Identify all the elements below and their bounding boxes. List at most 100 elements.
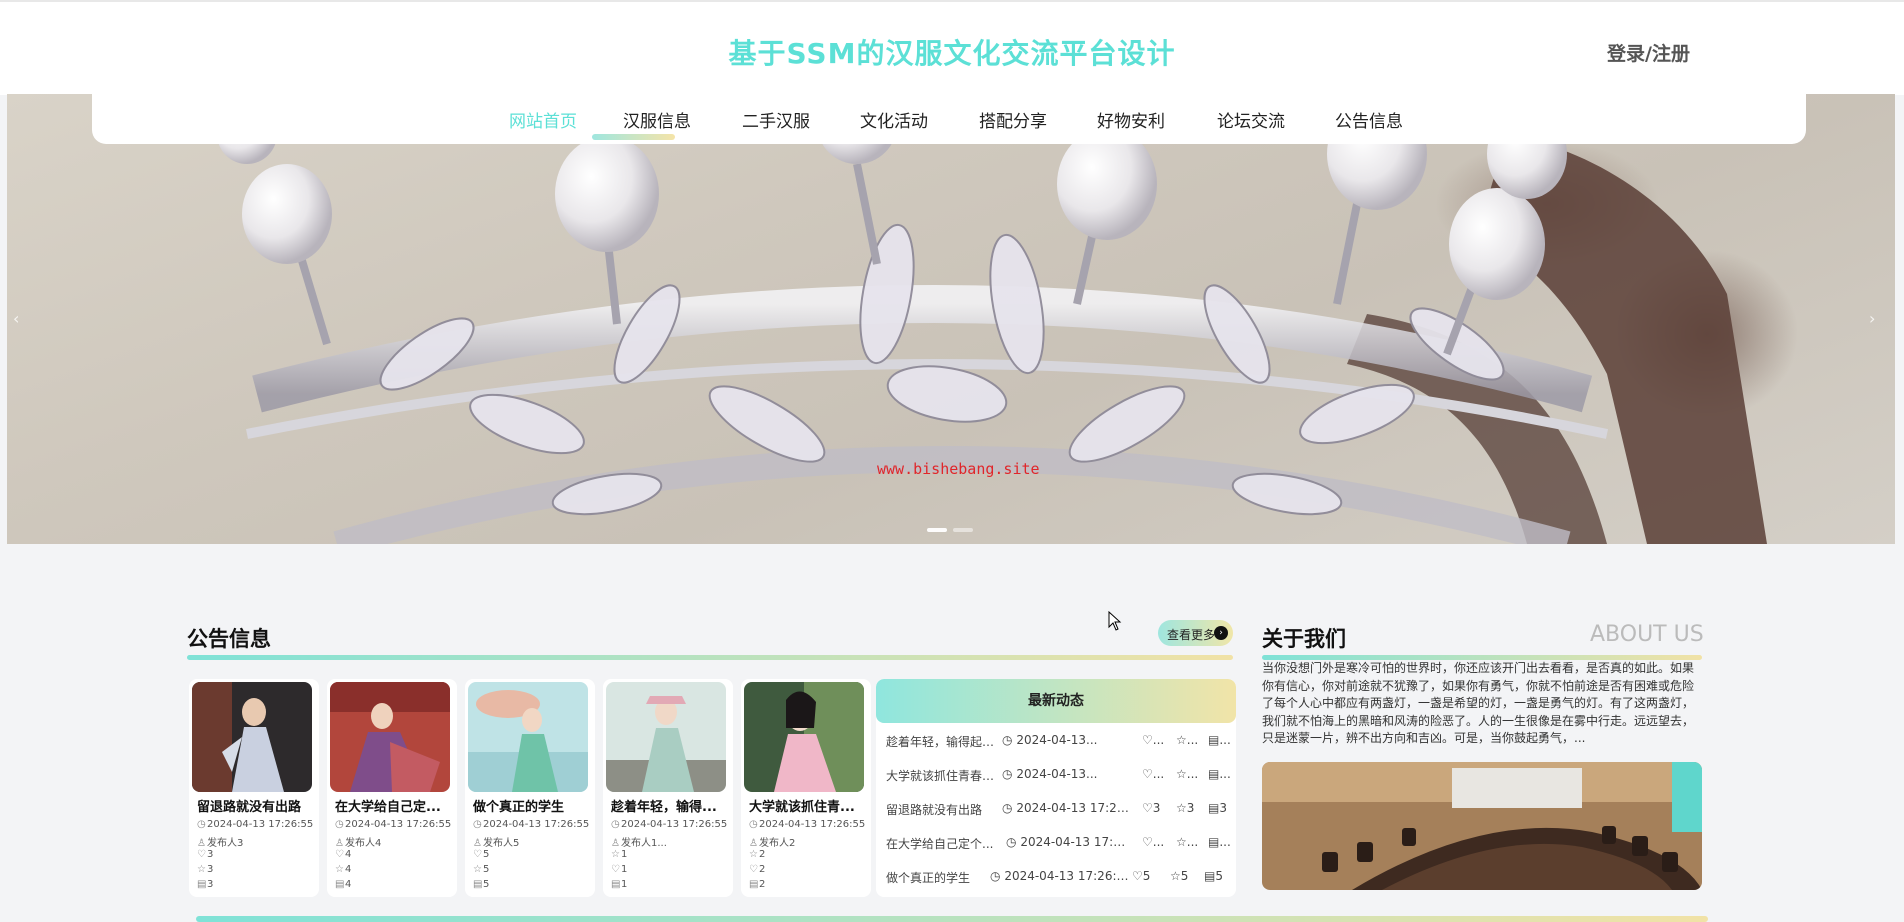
news-row-favorite: ... bbox=[1186, 767, 1199, 781]
like-icon: ♡ bbox=[1142, 767, 1153, 781]
news-row-favorite: ... bbox=[1186, 835, 1199, 849]
star-icon: ☆ bbox=[197, 864, 206, 875]
carousel-next-arrow-icon[interactable]: › bbox=[1869, 309, 1875, 328]
clock-icon: ◷ bbox=[990, 869, 1001, 883]
like-icon: ♡ bbox=[335, 849, 344, 860]
user-icon: ♙ bbox=[197, 838, 206, 849]
card-like-count: 1 bbox=[621, 849, 628, 860]
news-row[interactable]: 大学就该抓住青春，用... ◷ 2024-04-13... ♡... ☆... … bbox=[886, 767, 1236, 787]
news-row-time: 2024-04-13 17:26:55 bbox=[1016, 801, 1132, 815]
clock-icon: ◷ bbox=[1006, 835, 1017, 849]
card-author: 发布人4 bbox=[345, 838, 382, 849]
news-row-title: 留退路就没有出路 bbox=[886, 803, 983, 817]
notice-card[interactable]: 在大学给自己定... ◷2024-04-13 17:26:55 ♙发布人4 ♡4… bbox=[327, 679, 457, 897]
notice-card-image bbox=[606, 682, 726, 792]
notice-card-title: 在大学给自己定... bbox=[335, 800, 441, 815]
like-icon: ♡ bbox=[611, 864, 620, 875]
login-register-link[interactable]: 登录/注册 bbox=[1607, 39, 1690, 66]
card-time: 2024-04-13 17:26:55 bbox=[483, 819, 590, 830]
nav-item-hanfu-info[interactable]: 汉服信息 bbox=[623, 107, 691, 132]
star-icon: ☆ bbox=[473, 864, 482, 875]
view-icon: ▤ bbox=[335, 879, 345, 890]
clock-icon: ◷ bbox=[1002, 733, 1013, 747]
view-icon: ▤ bbox=[1208, 733, 1220, 747]
view-icon: ▤ bbox=[611, 879, 621, 890]
clock-icon: ◷ bbox=[1002, 767, 1013, 781]
news-row[interactable]: 在大学给自己定个... ◷ 2024-04-13 17:2... ♡... ☆.… bbox=[886, 835, 1236, 855]
news-row-like: ... bbox=[1152, 733, 1165, 747]
card-author: 发布人5 bbox=[483, 838, 520, 849]
notice-card-image bbox=[192, 682, 312, 792]
news-row[interactable]: 做个真正的学生 ◷ 2024-04-13 17:26:55 ♡5 ☆5 ▤5 bbox=[886, 869, 1236, 889]
card-favorite-count: 1 bbox=[621, 864, 628, 875]
star-icon: ☆ bbox=[749, 849, 758, 860]
about-description: 当你没想门外是寒冷可怕的世界时，你还应该开门出去看看，是否真的如此。如果你有信心… bbox=[1262, 661, 1695, 745]
nav-item-notice[interactable]: 公告信息 bbox=[1335, 107, 1403, 132]
star-icon: ☆ bbox=[1176, 733, 1187, 747]
carousel-dot[interactable] bbox=[953, 528, 973, 532]
notice-section-title: 公告信息 bbox=[187, 627, 271, 651]
star-icon: ☆ bbox=[1176, 835, 1187, 849]
card-author: 发布人2 bbox=[759, 838, 796, 849]
clock-icon: ◷ bbox=[197, 819, 206, 830]
clock-icon: ◷ bbox=[749, 819, 758, 830]
notice-card[interactable]: 趁着年轻，输得... ◷2024-04-13 17:26:55 ♙发布人1...… bbox=[603, 679, 733, 897]
star-icon: ☆ bbox=[1176, 801, 1187, 815]
user-icon: ♙ bbox=[611, 838, 620, 849]
news-row-view: ... bbox=[1219, 767, 1231, 781]
card-view-count: 1 bbox=[621, 879, 628, 890]
view-icon: ▤ bbox=[197, 879, 207, 890]
news-row[interactable]: 留退路就没有出路 ◷ 2024-04-13 17:26:55 ♡3 ☆3 ▤3 bbox=[886, 801, 1236, 821]
news-row-like: 5 bbox=[1142, 869, 1151, 883]
star-icon: ☆ bbox=[335, 864, 344, 875]
carousel-dot[interactable] bbox=[927, 528, 947, 532]
notice-card-title: 大学就该抓住青... bbox=[749, 800, 855, 815]
nav-item-second-hand[interactable]: 二手汉服 bbox=[742, 107, 810, 132]
user-icon: ♙ bbox=[473, 838, 482, 849]
news-row[interactable]: 趁着年轻，输得起，看... ◷ 2024-04-13... ♡... ☆... … bbox=[886, 733, 1236, 753]
card-favorite-count: 3 bbox=[207, 864, 214, 875]
arrow-right-icon: › bbox=[1214, 626, 1228, 640]
news-row-like: ... bbox=[1152, 767, 1165, 781]
notice-card[interactable]: 做个真正的学生 ◷2024-04-13 17:26:55 ♙发布人5 ♡5 ☆5… bbox=[465, 679, 595, 897]
news-row-favorite: 5 bbox=[1180, 869, 1189, 883]
notice-title-underline bbox=[187, 655, 1233, 660]
nav-item-home[interactable]: 网站首页 bbox=[509, 107, 577, 132]
card-time: 2024-04-13 17:26:55 bbox=[621, 819, 728, 830]
news-row-view: 5 bbox=[1215, 869, 1223, 883]
latest-news-panel: 最新动态 趁着年轻，输得起，看... ◷ 2024-04-13... ♡... … bbox=[876, 679, 1236, 897]
news-row-title: 在大学给自己定个... bbox=[886, 837, 994, 851]
card-like-count: 3 bbox=[207, 849, 214, 860]
about-section-title: 关于我们 bbox=[1262, 627, 1346, 651]
carousel-prev-arrow-icon[interactable]: ‹ bbox=[13, 309, 19, 328]
view-more-label: 查看更多 bbox=[1167, 628, 1216, 642]
news-row-view: ... bbox=[1219, 733, 1231, 747]
nav-item-forum[interactable]: 论坛交流 bbox=[1217, 107, 1285, 132]
like-icon: ♡ bbox=[1142, 835, 1153, 849]
nav-item-outfit-share[interactable]: 搭配分享 bbox=[979, 107, 1047, 132]
view-icon: ▤ bbox=[749, 879, 759, 890]
news-row-title: 做个真正的学生 bbox=[886, 871, 971, 885]
carousel-indicators bbox=[927, 528, 973, 532]
notice-card[interactable]: 大学就该抓住青... ◷2024-04-13 17:26:55 ♙发布人2 ☆2… bbox=[741, 679, 871, 897]
card-favorite-count: 4 bbox=[345, 864, 352, 875]
card-view-count: 5 bbox=[483, 879, 490, 890]
like-icon: ♡ bbox=[1132, 869, 1143, 883]
about-meeting-room-image bbox=[1262, 762, 1702, 890]
card-view-count: 3 bbox=[207, 879, 214, 890]
star-icon: ☆ bbox=[1176, 767, 1187, 781]
card-like-count: 2 bbox=[759, 849, 766, 860]
card-author: 发布人1... bbox=[621, 838, 667, 849]
nav-item-recommend[interactable]: 好物安利 bbox=[1097, 107, 1165, 132]
view-more-button[interactable]: 查看更多 › bbox=[1158, 620, 1233, 646]
card-time: 2024-04-13 17:26:55 bbox=[207, 819, 314, 830]
notice-card[interactable]: 留退路就没有出路 ◷2024-04-13 17:26:55 ♙发布人3 ♡3 ☆… bbox=[189, 679, 319, 897]
notice-card-image bbox=[744, 682, 864, 792]
nav-item-culture-activity[interactable]: 文化活动 bbox=[860, 107, 928, 132]
hero-banner-carousel[interactable]: www.bishebang.site ‹ › bbox=[7, 94, 1895, 544]
like-icon: ♡ bbox=[1142, 801, 1153, 815]
user-icon: ♙ bbox=[335, 838, 344, 849]
card-view-count: 2 bbox=[759, 879, 766, 890]
nav-active-indicator bbox=[592, 134, 675, 140]
next-section-underline bbox=[196, 916, 1708, 922]
